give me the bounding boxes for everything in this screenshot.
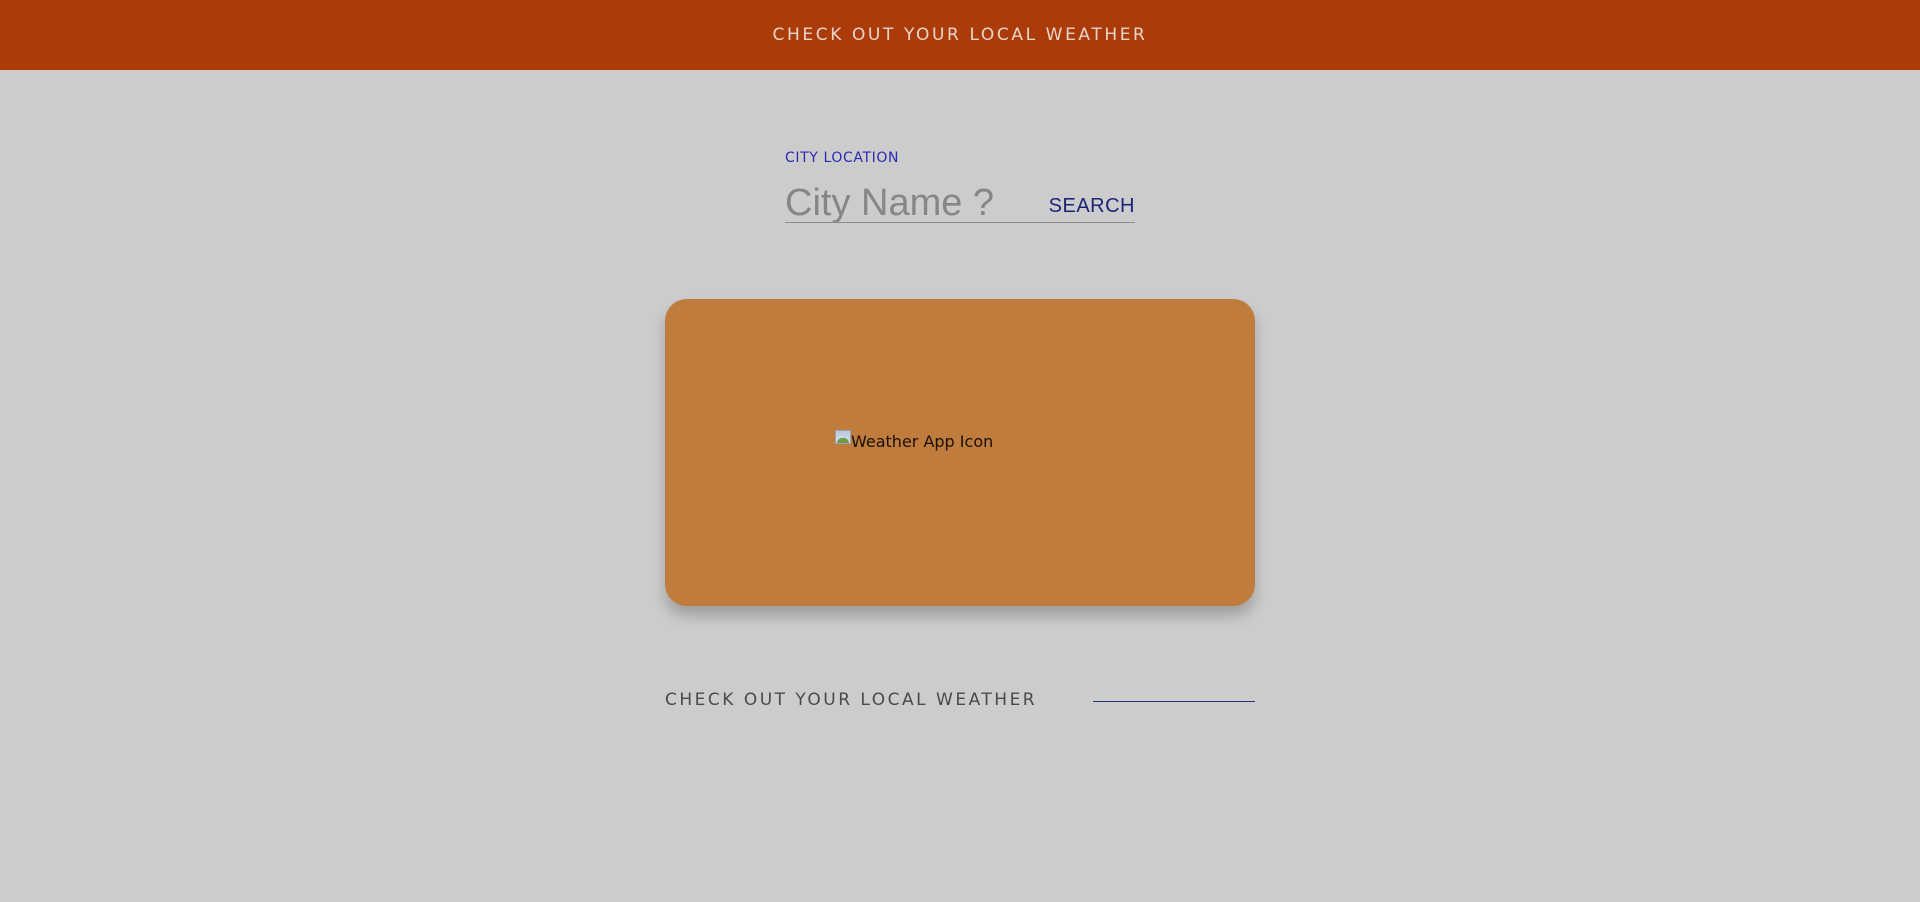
broken-image-icon bbox=[835, 429, 853, 446]
footer-divider-line bbox=[1093, 701, 1255, 702]
search-form: CITY LOCATION SEARCH bbox=[785, 150, 1135, 223]
top-header-bar: CHECK OUT YOUR LOCAL WEATHER bbox=[0, 0, 1920, 70]
weather-app-icon: Weather App Icon bbox=[835, 429, 994, 451]
search-button[interactable]: SEARCH bbox=[1049, 195, 1135, 218]
header-title: CHECK OUT YOUR LOCAL WEATHER bbox=[772, 25, 1148, 45]
search-row: SEARCH bbox=[785, 184, 1135, 223]
weather-card: Weather App Icon bbox=[665, 299, 1255, 606]
city-location-label: CITY LOCATION bbox=[785, 150, 900, 166]
footer-text: CHECK OUT YOUR LOCAL WEATHER bbox=[665, 690, 1038, 710]
city-name-input[interactable] bbox=[785, 184, 1040, 222]
weather-icon-alt-text: Weather App Icon bbox=[851, 432, 994, 451]
